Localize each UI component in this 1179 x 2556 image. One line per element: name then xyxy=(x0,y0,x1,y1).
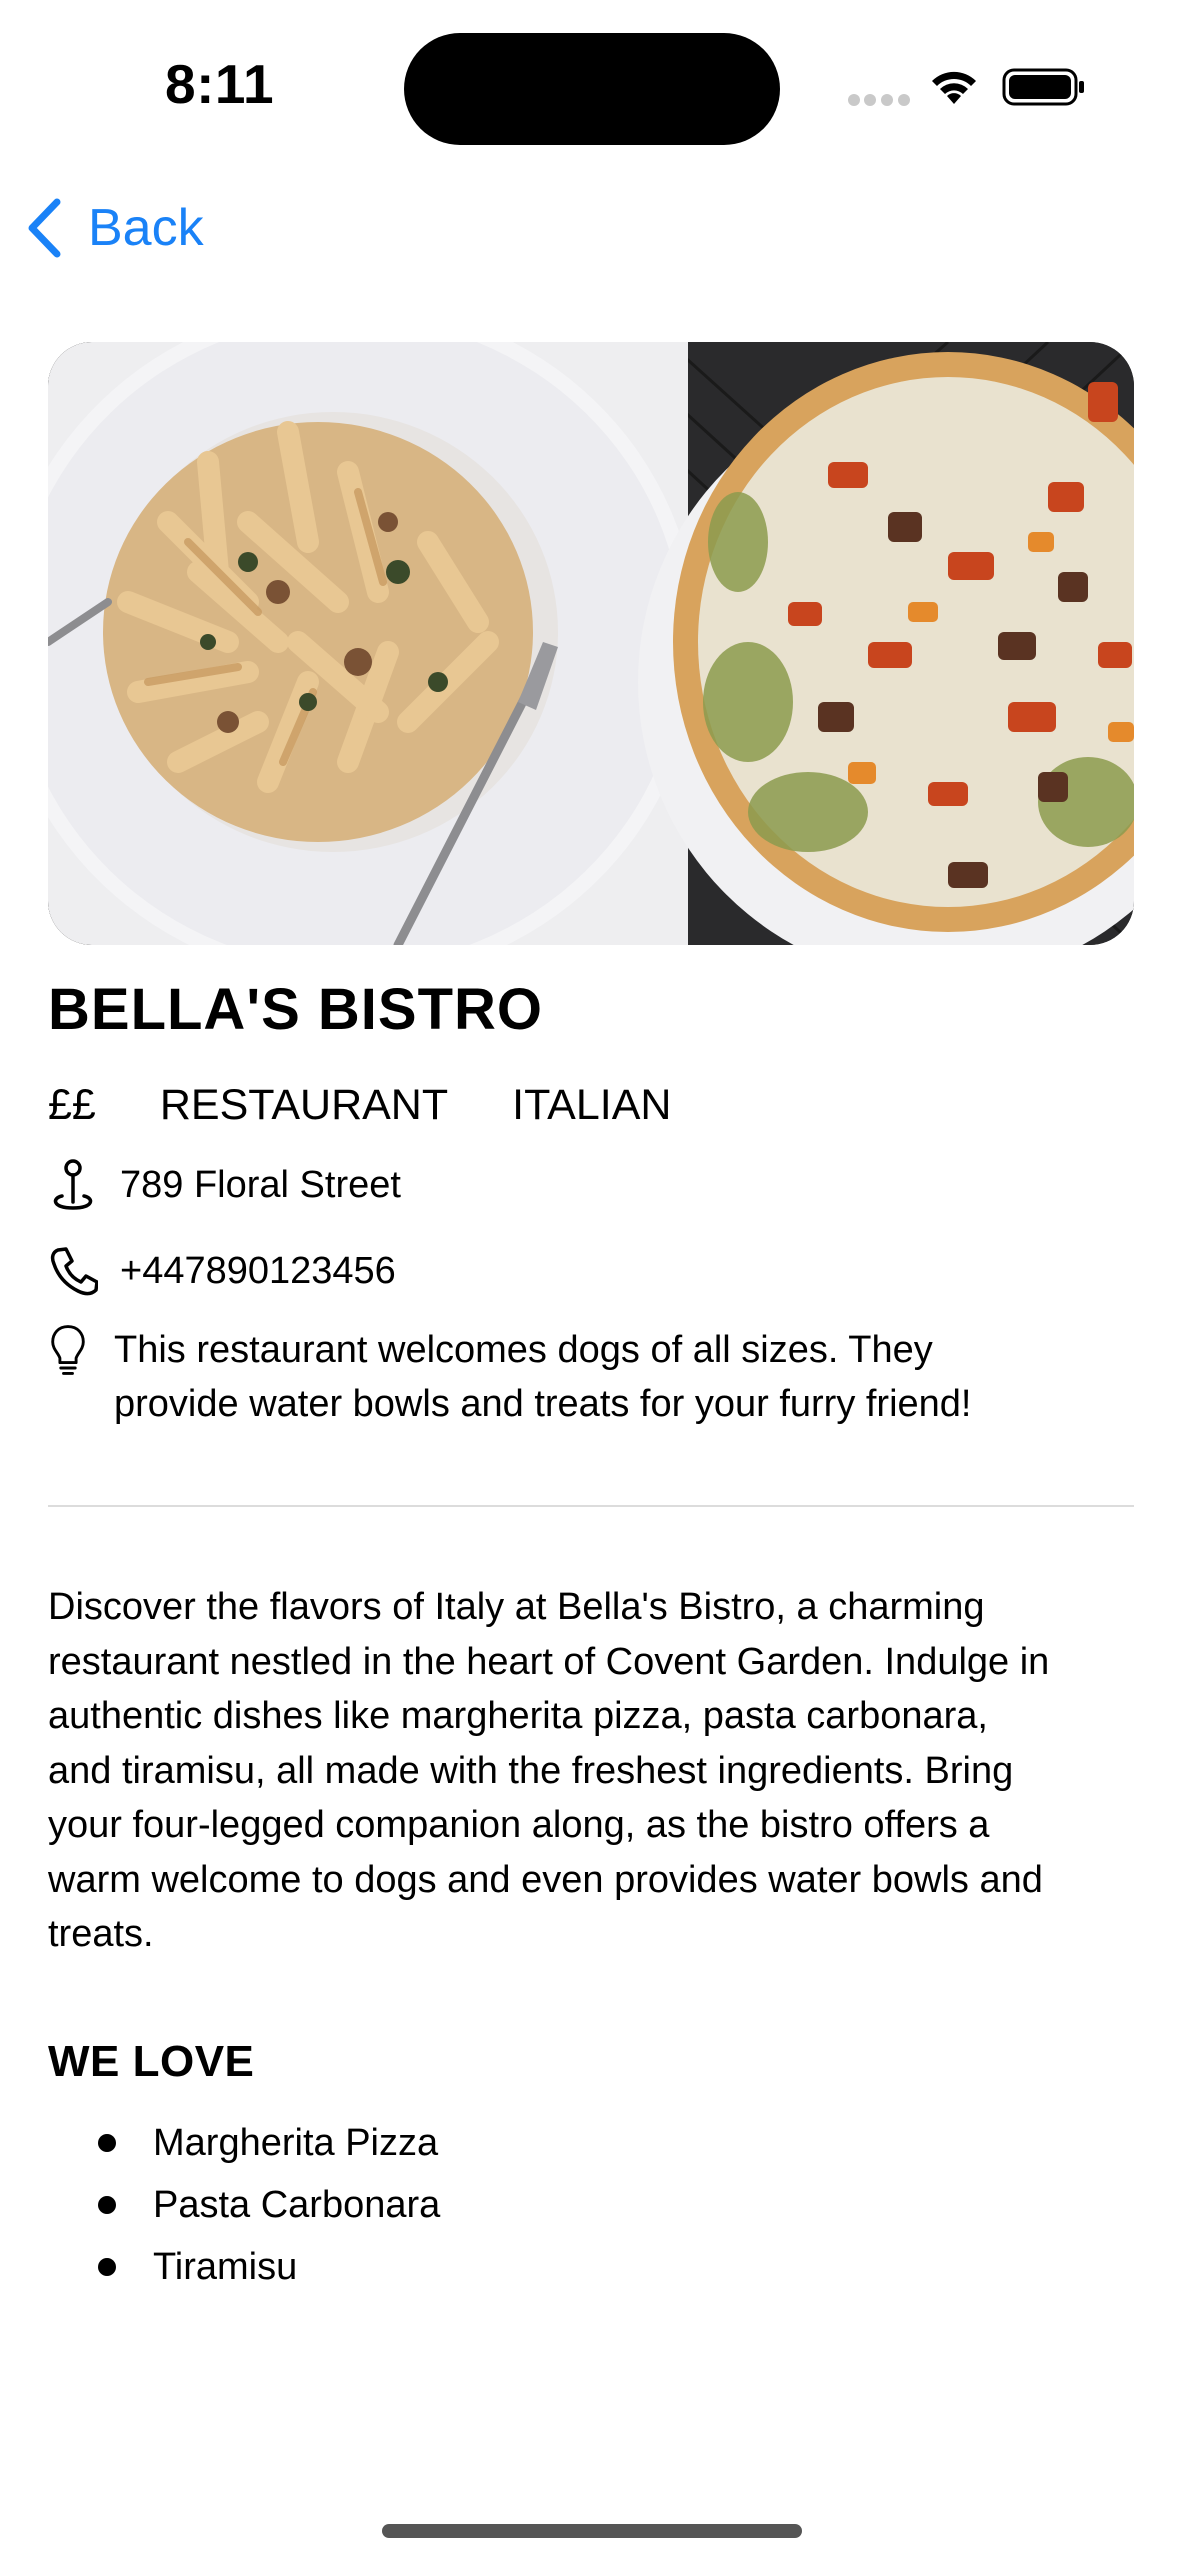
status-bar: 8:11 xyxy=(0,0,1179,175)
list-item: Tiramisu xyxy=(48,2236,440,2298)
description-line: restaurant nestled in the heart of Coven… xyxy=(48,1640,1050,1683)
dog-tip-text: This restaurant welcomes dogs of all siz… xyxy=(114,1323,972,1431)
list-item-label: Pasta Carbonara xyxy=(153,2183,441,2226)
address-row[interactable]: 789 Floral Street xyxy=(48,1158,401,1212)
cellular-signal-icon xyxy=(848,94,910,106)
list-item-label: Margherita Pizza xyxy=(153,2121,439,2164)
restaurant-name: BELLA'S BISTRO xyxy=(48,977,544,1042)
description-line: authentic dishes like margherita pizza, … xyxy=(48,1695,988,1737)
back-button[interactable]: Back xyxy=(24,196,204,260)
section-divider xyxy=(48,1505,1134,1507)
price-tag: ££ xyxy=(48,1081,96,1129)
chevron-left-icon xyxy=(28,198,61,258)
dog-tip-line: This restaurant welcomes dogs of all siz… xyxy=(114,1329,933,1371)
list-item: Margherita Pizza xyxy=(48,2112,440,2174)
type-tag: RESTAURANT xyxy=(159,1081,449,1129)
we-love-heading: WE LOVE xyxy=(48,2037,255,2086)
wifi-icon xyxy=(932,71,976,104)
description-line: warm welcome to dogs and even provides w… xyxy=(48,1858,1043,1901)
map-pin-icon xyxy=(53,1159,93,1210)
lightbulb-icon xyxy=(51,1325,85,1375)
cuisine-tag: ITALIAN xyxy=(512,1081,672,1129)
dog-tip-row: This restaurant welcomes dogs of all siz… xyxy=(48,1323,1108,1431)
description-line: and tiramisu, all made with the freshest… xyxy=(48,1749,1014,1792)
restaurant-tags: ££ RESTAURANT ITALIAN xyxy=(48,1075,735,1135)
phone-row[interactable]: +447890123456 xyxy=(48,1244,396,1298)
dynamic-island xyxy=(404,33,780,145)
description-line: treats. xyxy=(48,1913,154,1955)
battery-icon xyxy=(1002,68,1084,106)
list-item-label: Tiramisu xyxy=(153,2245,298,2288)
address-text: 789 Floral Street xyxy=(120,1164,401,1206)
restaurant-description: Discover the flavors of Italy at Bella's… xyxy=(48,1580,1148,1962)
we-love-list: Margherita Pizza Pasta Carbonara Tiramis… xyxy=(48,2112,440,2298)
phone-text: +447890123456 xyxy=(120,1250,396,1292)
phone-icon xyxy=(50,1247,98,1296)
bullet-icon xyxy=(98,2196,116,2214)
list-item: Pasta Carbonara xyxy=(48,2174,440,2236)
dog-tip-line: provide water bowls and treats for your … xyxy=(114,1383,972,1425)
back-label: Back xyxy=(88,199,204,257)
bullet-icon xyxy=(98,2134,116,2152)
restaurant-hero-image xyxy=(48,342,1134,945)
description-line: your four-legged companion along, as the… xyxy=(48,1804,990,1846)
status-time: 8:11 xyxy=(165,53,275,115)
home-indicator[interactable] xyxy=(382,2524,802,2538)
bullet-icon xyxy=(98,2258,116,2276)
description-line: Discover the flavors of Italy at Bella's… xyxy=(48,1586,985,1628)
